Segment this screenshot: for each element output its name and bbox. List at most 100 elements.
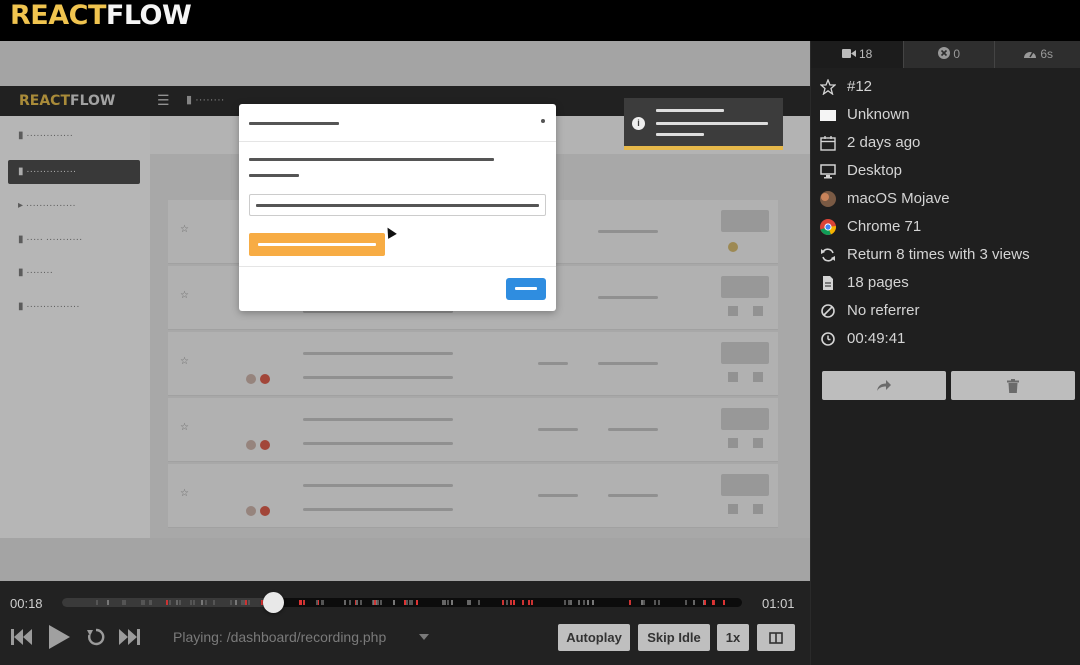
speedometer-icon xyxy=(1023,51,1036,58)
timeline-event-marker xyxy=(322,600,325,605)
skip-back-icon[interactable] xyxy=(10,626,34,653)
timeline-event-marker xyxy=(405,600,408,605)
timeline-event-marker xyxy=(303,600,306,605)
columns-icon xyxy=(769,632,783,644)
recorded-modal xyxy=(239,104,556,311)
calendar-icon xyxy=(820,136,836,151)
skip-idle-button[interactable]: Skip Idle xyxy=(638,624,710,651)
timeline-event-marker xyxy=(235,600,238,605)
top-header: REACTFLOW xyxy=(0,0,1080,41)
autoplay-button[interactable]: Autoplay xyxy=(558,624,630,651)
timeline-event-marker xyxy=(722,600,725,605)
flag-icon xyxy=(820,110,836,121)
timeline-event-marker xyxy=(380,600,383,605)
trash-icon xyxy=(1007,379,1019,393)
timeline-event-marker xyxy=(248,600,251,605)
timeline-event-marker xyxy=(530,600,533,605)
chevron-down-icon[interactable] xyxy=(419,634,429,640)
timeline-event-marker xyxy=(142,600,145,605)
tab-errors[interactable]: 0 xyxy=(904,41,995,68)
timeline-event-marker xyxy=(374,600,377,605)
timeline-event-marker xyxy=(377,600,380,605)
timeline-event-marker xyxy=(403,600,406,605)
timeline-event-marker xyxy=(693,600,696,605)
timeline-event-marker xyxy=(685,600,688,605)
timeline-track[interactable] xyxy=(62,598,742,607)
total-time: 01:01 xyxy=(762,596,795,611)
timeline-event-marker xyxy=(165,600,168,605)
replay-icon[interactable] xyxy=(86,627,106,652)
brand-logo[interactable]: REACTFLOW xyxy=(10,2,192,30)
timeline-event-marker xyxy=(411,600,414,605)
timeline-event-marker xyxy=(446,600,449,605)
timeline-event-marker xyxy=(501,600,504,605)
timeline-event-marker xyxy=(229,600,232,605)
timeline-event-marker xyxy=(577,600,580,605)
session-details-panel: 18 0 6s #12 Unknown 2 days ago Desktop m… xyxy=(810,41,1080,665)
star-icon[interactable] xyxy=(820,79,836,95)
delete-button[interactable] xyxy=(951,371,1075,400)
timeline-event-marker xyxy=(343,600,346,605)
tab-recordings[interactable]: 18 xyxy=(811,41,904,68)
timeline-event-marker xyxy=(299,600,302,605)
document-icon xyxy=(823,276,833,290)
timeline-event-marker xyxy=(654,600,657,605)
timeline-event-marker xyxy=(592,600,594,605)
timeline-event-marker xyxy=(243,600,246,605)
video-camera-icon xyxy=(841,49,856,58)
timeline-event-marker xyxy=(122,600,125,605)
toggle-sidebar-button[interactable] xyxy=(757,624,795,651)
timeline-event-marker xyxy=(570,600,573,605)
timeline-event-marker xyxy=(201,600,204,605)
macos-icon xyxy=(820,191,836,207)
share-icon xyxy=(877,380,891,391)
timeline-scrubber[interactable] xyxy=(262,592,284,613)
error-circle-icon xyxy=(937,47,950,59)
timeline-event-marker xyxy=(107,600,110,605)
timeline-event-marker xyxy=(169,600,172,605)
timeline-event-marker xyxy=(442,600,445,605)
timeline-event-marker xyxy=(521,600,524,605)
timeline-event-marker xyxy=(176,600,179,605)
timeline-event-marker xyxy=(444,600,447,605)
chrome-icon xyxy=(820,219,836,235)
timeline-event-marker xyxy=(349,600,352,605)
timeline-event-marker xyxy=(628,600,631,605)
timeline-event-marker xyxy=(355,600,358,605)
timeline-event-marker xyxy=(642,600,645,605)
current-time: 00:18 xyxy=(10,596,43,611)
ban-icon xyxy=(821,304,835,318)
timeline-event-marker xyxy=(416,600,419,605)
playing-page-select[interactable]: Playing: /dashboard/recording.php xyxy=(173,629,386,645)
timeline-event-marker xyxy=(316,600,319,605)
timeline-event-marker xyxy=(450,600,453,605)
timeline-event-marker xyxy=(193,600,196,605)
desktop-icon xyxy=(820,164,836,179)
timeline-event-marker xyxy=(179,600,182,605)
share-button[interactable] xyxy=(822,371,946,400)
info-icon: i xyxy=(632,117,645,130)
speed-button[interactable]: 1x xyxy=(717,624,749,651)
timeline-event-marker xyxy=(711,600,714,605)
timeline-event-marker xyxy=(657,600,660,605)
timeline-event-marker xyxy=(582,600,585,605)
session-replay-stage[interactable]: REACTFLOW ☰ ▮ ········ ▮ ·············· … xyxy=(0,41,810,581)
details-tabs: 18 0 6s xyxy=(811,41,1080,68)
play-icon[interactable] xyxy=(46,624,72,655)
tab-performance[interactable]: 6s xyxy=(995,41,1080,68)
timeline-event-marker xyxy=(506,600,508,605)
timeline-event-marker xyxy=(586,600,589,605)
timeline-event-marker xyxy=(509,600,512,605)
timeline-event-marker xyxy=(149,600,152,605)
timeline-event-marker xyxy=(204,600,207,605)
timeline-event-marker xyxy=(213,600,216,605)
timeline-event-marker xyxy=(360,600,363,605)
timeline-event-marker xyxy=(409,600,412,605)
clock-icon xyxy=(821,332,835,346)
timeline-event-marker xyxy=(466,600,469,605)
timeline-event-marker xyxy=(512,600,515,605)
timeline-event-marker xyxy=(527,600,530,605)
skip-forward-icon[interactable] xyxy=(117,626,141,653)
timeline-event-marker xyxy=(477,600,480,605)
refresh-icon xyxy=(821,248,835,262)
